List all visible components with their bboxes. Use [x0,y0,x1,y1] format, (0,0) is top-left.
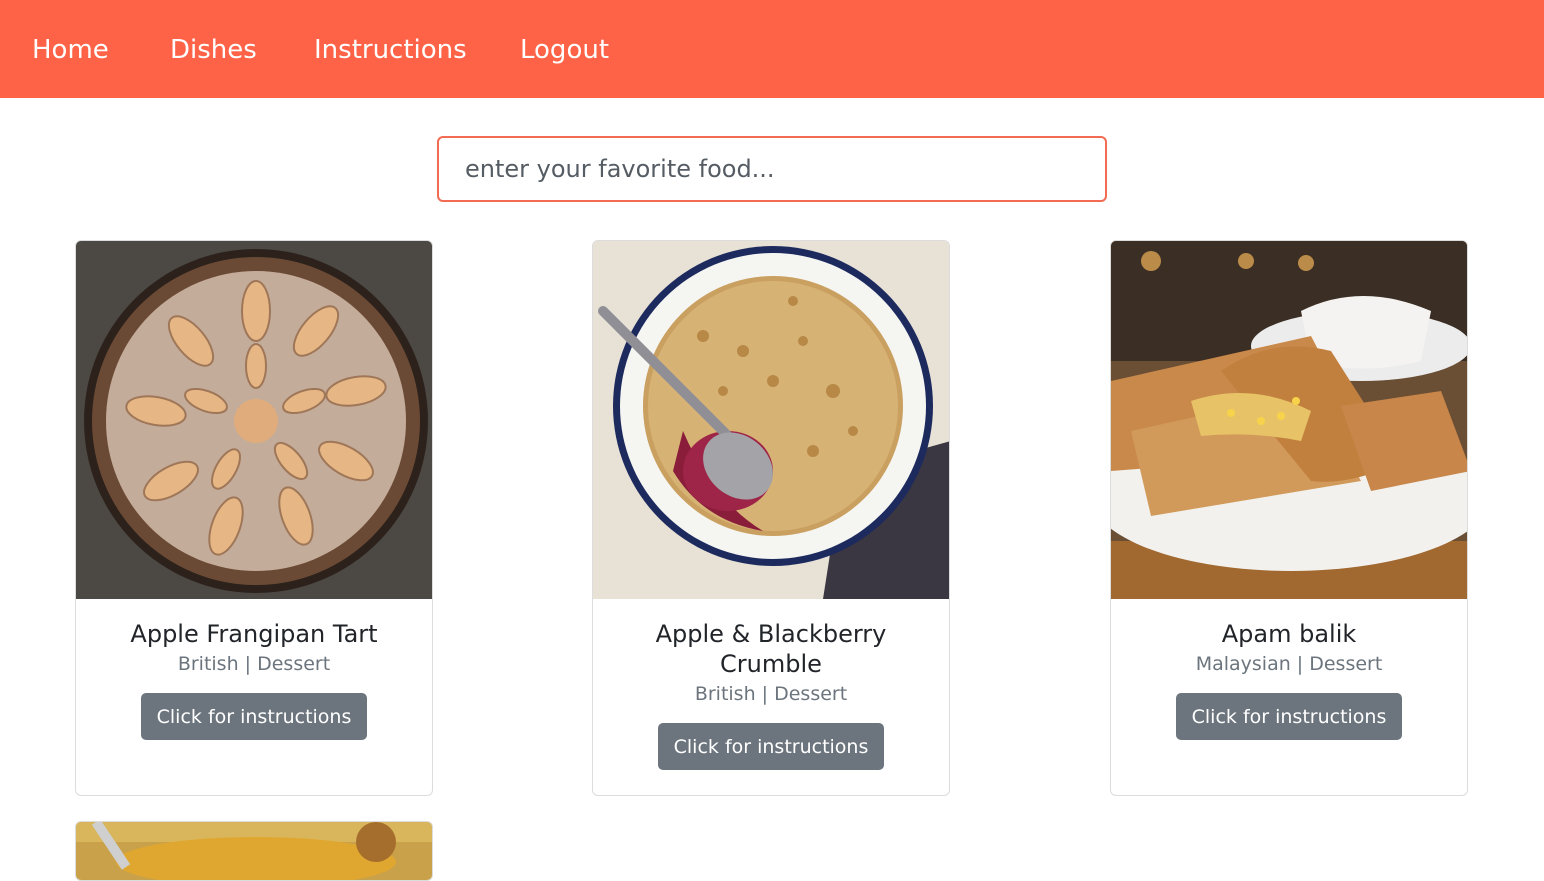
dish-card: Apple Frangipan Tart British | Dessert C… [75,240,433,796]
dish-meta: Malaysian | Dessert [1195,653,1383,675]
nav-home-link[interactable]: Home [32,33,109,67]
dish-card [75,821,433,881]
nav-dishes-link[interactable]: Dishes [170,33,257,67]
dish-image-apam-balik [1111,241,1467,599]
dish-meta: British | Dessert [694,683,848,705]
top-navbar: Home Dishes Instructions Logout [0,0,1544,98]
instructions-button[interactable]: Click for instructions [140,693,368,740]
dish-card: Apam balik Malaysian | Dessert Click for… [1110,240,1468,796]
instructions-button[interactable]: Click for instructions [1175,693,1403,740]
dish-image-partial [76,822,432,880]
dish-image-apple-blackberry-crumble [593,241,949,599]
dish-title: Apple Frangipan Tart [130,620,378,648]
dish-image-apple-frangipan-tart [76,241,432,599]
dish-meta: British | Dessert [177,653,331,675]
nav-logout-link[interactable]: Logout [520,33,609,67]
dish-title: Apple & Blackberry Crumble [655,620,887,678]
instructions-button[interactable]: Click for instructions [657,723,885,770]
dish-card: Apple & Blackberry Crumble British | Des… [592,240,950,796]
dish-title: Apam balik [1221,620,1357,648]
search-container [437,136,1107,202]
nav-instructions-link[interactable]: Instructions [314,33,467,67]
search-input[interactable] [437,136,1107,202]
